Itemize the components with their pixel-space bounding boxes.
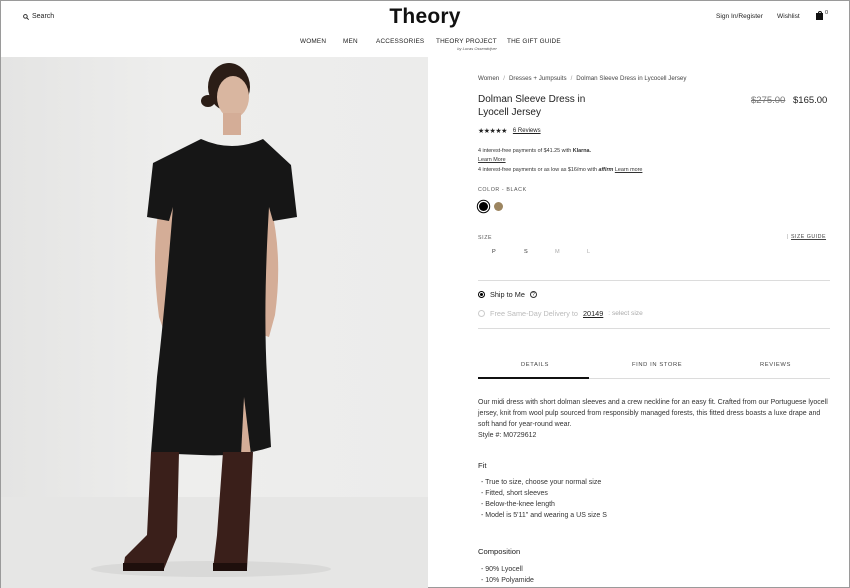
nav-theory-project[interactable]: THEORY PROJECT by Lucas Ossendrijver — [436, 38, 497, 51]
shopping-bag-button[interactable]: 0 — [816, 10, 830, 23]
affirm-payment-info: 4 interest-free payments or as low as $1… — [478, 167, 642, 173]
ship-radio[interactable] — [478, 291, 485, 298]
affirm-text: 4 interest-free payments or as low as $1… — [478, 167, 597, 173]
size-option-s[interactable]: S — [524, 249, 528, 255]
color-label: COLOR - BLACK — [478, 187, 527, 193]
fit-item: - True to size, choose your normal size — [481, 479, 602, 486]
nav-accessories[interactable]: ACCESSORIES — [376, 38, 424, 45]
fit-item: - Below-the-knee length — [481, 501, 555, 508]
nav-women[interactable]: WOMEN — [300, 38, 326, 45]
klarna-text: 4 interest-free payments of $41.25 with — [478, 148, 572, 154]
klarna-learn-more-link[interactable]: Learn More — [478, 157, 506, 163]
fit-list: - True to size, choose your normal size … — [481, 477, 607, 521]
breadcrumb: Women / Dresses + Jumpsuits / Dolman Sleeve … — [478, 75, 686, 82]
size-label: SIZE — [478, 235, 493, 241]
tab-details[interactable]: DETAILS — [521, 362, 549, 368]
product-description: Our midi dress with short dolman sleeves… — [478, 397, 830, 441]
style-number: Style #: M0729612 — [478, 432, 537, 439]
affirm-logo: affirm — [598, 167, 614, 173]
bag-count: 0 — [825, 10, 829, 16]
info-icon[interactable]: ? — [529, 291, 537, 298]
ship-to-me-option[interactable]: Ship to Me ? — [478, 290, 537, 299]
breadcrumb-dresses[interactable]: Dresses + Jumpsuits — [509, 75, 567, 82]
breadcrumb-separator: / — [570, 75, 573, 82]
main-nav: WOMEN MEN ACCESSORIES THEORY PROJECT by … — [1, 38, 849, 56]
fit-item: - Model is 5'11" and wearing a US size S — [481, 512, 607, 519]
fit-item: - Fitted, short sleeves — [481, 490, 548, 497]
composition-item: - 90% Lyocell — [481, 566, 523, 573]
reviews-link[interactable]: 6 Reviews — [513, 128, 541, 134]
composition-item: - 10% Polyamide — [481, 577, 534, 584]
klarna-logo: Klarna. — [572, 148, 591, 154]
divider — [478, 328, 830, 329]
tab-reviews[interactable]: REVIEWS — [760, 362, 791, 368]
nav-theory-project-sub: by Lucas Ossendrijver — [457, 46, 497, 51]
product-image[interactable] — [1, 57, 428, 588]
rating-stars-icon: ★★★★★ — [478, 128, 507, 135]
ship-label: Ship to Me — [490, 290, 525, 299]
color-label-prefix: COLOR - — [478, 187, 505, 193]
tab-find-in-store[interactable]: FIND IN STORE — [632, 362, 682, 368]
selected-color-name: BLACK — [506, 187, 527, 193]
same-day-delivery-option[interactable]: Free Same-Day Delivery to 20149 : select… — [478, 309, 643, 318]
shopping-bag-icon — [816, 13, 823, 20]
same-day-radio[interactable] — [478, 310, 485, 317]
same-day-label: Free Same-Day Delivery to — [490, 309, 578, 318]
divider — [478, 280, 830, 281]
original-price: $275.00 — [751, 95, 786, 106]
klarna-payment-info: 4 interest-free payments of $41.25 with … — [478, 147, 591, 164]
nav-gift-guide[interactable]: THE GIFT GUIDE — [507, 38, 561, 45]
product-rating[interactable]: ★★★★★ 6 Reviews — [478, 127, 541, 135]
product-title: Dolman Sleeve Dress in Lyocell Jersey — [478, 94, 586, 118]
breadcrumb-separator: / — [503, 75, 505, 82]
description-text: Our midi dress with short dolman sleeves… — [478, 399, 828, 428]
sale-price: $165.00 — [793, 95, 828, 106]
breadcrumb-women[interactable]: Women — [478, 75, 499, 82]
size-guide-divider: | — [787, 234, 789, 240]
sign-in-link[interactable]: Sign In/Register — [716, 13, 763, 20]
site-header: Search Theory Sign In/Register Wishlist … — [1, 1, 849, 57]
select-size-hint: : select size — [608, 310, 643, 317]
model-figure — [91, 63, 331, 577]
size-option-l[interactable]: L — [587, 249, 590, 255]
active-tab-indicator — [478, 377, 589, 379]
color-swatch-taupe[interactable] — [494, 202, 503, 211]
color-swatch-black[interactable] — [479, 202, 488, 211]
zip-code-link[interactable]: 20149 — [583, 309, 603, 318]
composition-heading: Composition — [478, 547, 521, 556]
size-option-p[interactable]: P — [492, 249, 496, 255]
size-guide-link[interactable]: SIZE GUIDE — [791, 234, 826, 240]
wishlist-link[interactable]: Wishlist — [777, 13, 800, 20]
nav-theory-project-label: THEORY PROJECT — [436, 38, 497, 45]
affirm-learn-more-link[interactable]: Learn more — [615, 167, 643, 173]
nav-men[interactable]: MEN — [343, 38, 358, 45]
size-option-m[interactable]: M — [555, 249, 560, 255]
composition-list: - 90% Lyocell - 10% Polyamide — [481, 564, 534, 586]
fit-heading: Fit — [478, 461, 487, 470]
breadcrumb-current[interactable]: Dolman Sleeve Dress in Lycocell Jersey — [576, 75, 686, 82]
product-tabs: DETAILS FIND IN STORE REVIEWS — [478, 353, 830, 379]
